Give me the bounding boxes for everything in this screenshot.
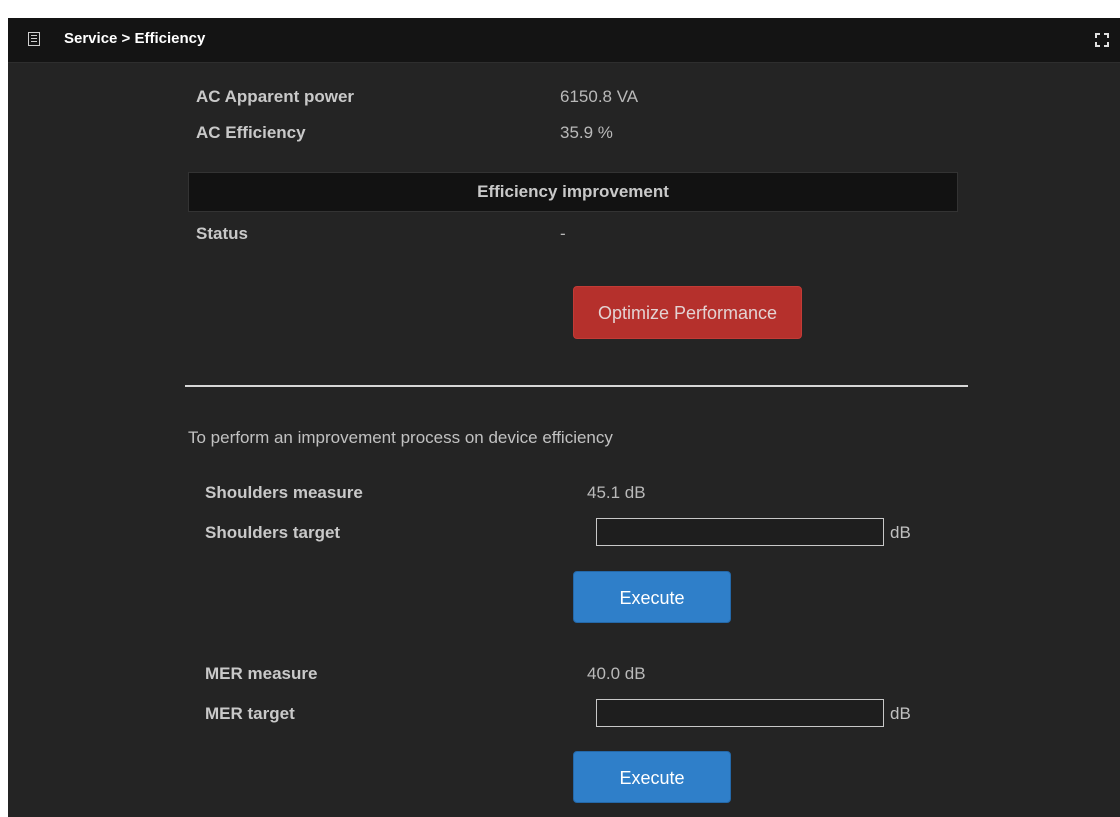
list-icon [28,32,40,46]
mer-execute-button[interactable]: Execute [573,751,731,803]
optimize-performance-button[interactable]: Optimize Performance [573,286,802,339]
status-value: - [560,224,566,243]
shoulders-execute-button[interactable]: Execute [573,571,731,623]
mer-target-unit: dB [890,704,911,723]
efficiency-panel: Service > Efficiency AC Apparent power 6… [8,18,1120,817]
ac-efficiency-label: AC Efficiency [196,123,306,142]
status-label: Status [196,224,248,243]
shoulders-target-label: Shoulders target [205,523,341,542]
shoulders-target-unit: dB [890,523,911,542]
ac-apparent-power-value: 6150.8 VA [560,87,639,106]
ac-efficiency-value: 35.9 % [560,123,613,142]
panel-header: Service > Efficiency [8,18,1120,63]
shoulders-measure-value: 45.1 dB [587,483,646,502]
mer-target-input[interactable] [596,699,884,727]
mer-measure-value: 40.0 dB [587,664,646,683]
process-description: To perform an improvement process on dev… [188,428,613,447]
mer-measure-label: MER measure [205,664,318,683]
shoulders-measure-label: Shoulders measure [205,483,363,502]
expand-icon[interactable] [1095,33,1109,47]
shoulders-target-input[interactable] [596,518,884,546]
ac-apparent-power-label: AC Apparent power [196,87,355,106]
mer-target-label: MER target [205,704,295,723]
page-title: Service > Efficiency [64,30,206,47]
efficiency-improvement-header: Efficiency improvement [188,172,958,212]
section-divider [185,385,968,387]
